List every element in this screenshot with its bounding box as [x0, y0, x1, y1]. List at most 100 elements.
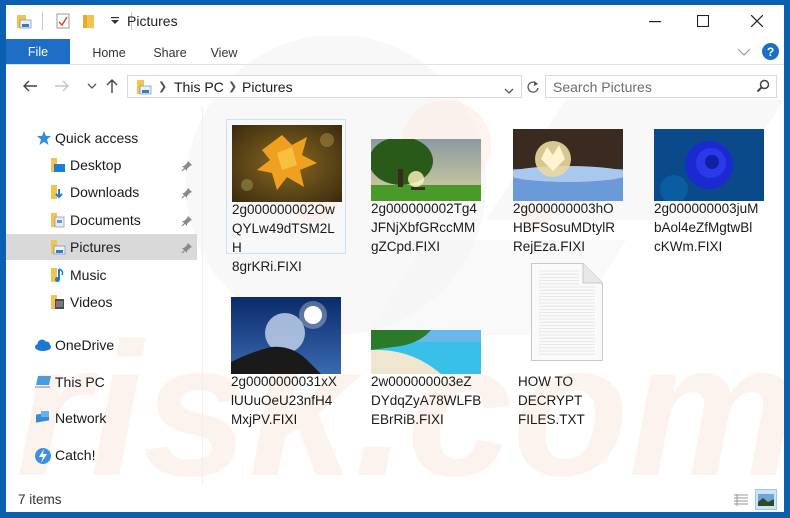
file-name-line: 2g000000002Ow: [232, 202, 335, 217]
image-thumbnail: [371, 330, 481, 374]
sidebar-item-downloads[interactable]: Downloads: [6, 179, 197, 205]
sidebar-item-music[interactable]: Music: [6, 262, 197, 288]
catch-bolt-icon: [34, 447, 51, 464]
nav-label: OneDrive: [55, 337, 115, 353]
file-name-line: cKWm.FIXI: [654, 239, 723, 254]
customize-toolbar-dropdown-icon[interactable]: [107, 13, 123, 29]
address-history-dropdown[interactable]: [504, 82, 514, 100]
back-button[interactable]: [20, 76, 40, 96]
chevron-down-icon: [737, 48, 751, 56]
file-item[interactable]: 2g000000002Tg4 JFNjXbfGRccMM gZCpd.FIXI: [366, 119, 486, 254]
nav-label: Quick access: [55, 130, 139, 146]
close-button[interactable]: [734, 5, 780, 36]
refresh-button[interactable]: [523, 75, 543, 98]
sidebar-item-pictures[interactable]: Pictures: [6, 234, 197, 260]
file-name: 2g000000002Ow QYLw49dTSM2LH 8grKRi.FIXI: [232, 200, 344, 276]
file-name-line: DECRYPT: [518, 393, 583, 408]
file-name-line: 8grKRi.FIXI: [232, 259, 302, 274]
breadcrumb-separator-icon: ❯: [158, 81, 168, 93]
pictures-folder-icon: [50, 239, 66, 255]
sidebar-item-label: Desktop: [70, 157, 122, 173]
sidebar-item-documents[interactable]: Documents: [6, 207, 197, 233]
file-name: HOW TO DECRYPT FILES.TXT: [518, 372, 630, 429]
breadcrumb-this-pc[interactable]: This PC: [174, 79, 224, 95]
tab-file[interactable]: File: [6, 39, 70, 64]
file-explorer-window: risk.com Pictures File Home Share View ?…: [6, 5, 784, 512]
nav-this-pc[interactable]: This PC: [6, 369, 197, 395]
file-name-line: 2g000000003hO: [513, 201, 614, 216]
sidebar-item-label: Documents: [70, 212, 141, 228]
search-box[interactable]: Search Pictures: [545, 75, 777, 98]
image-thumbnail: [654, 129, 764, 201]
new-folder-icon[interactable]: [81, 13, 97, 29]
search-input[interactable]: Search Pictures: [553, 79, 652, 95]
downloads-folder-icon: [50, 184, 66, 200]
file-item[interactable]: 2g000000003hO HBFSosuMDtylR RejEza.FIXI: [508, 119, 628, 254]
file-name-line: 2w000000003eZ: [371, 374, 472, 389]
minimize-icon: [649, 20, 661, 22]
nav-label: Network: [55, 410, 107, 426]
large-icons-view-button[interactable]: [755, 489, 777, 510]
details-view-icon: [734, 493, 748, 506]
tab-home[interactable]: Home: [84, 40, 134, 65]
properties-icon[interactable]: [55, 13, 71, 29]
file-name: 2g000000003hO HBFSosuMDtylR RejEza.FIXI: [513, 199, 625, 256]
computer-icon: [34, 374, 51, 390]
sidebar-item-desktop[interactable]: Desktop: [6, 152, 197, 178]
file-name-line: EBrRiB.FIXI: [371, 412, 444, 427]
forward-arrow-icon: [55, 80, 69, 92]
minimize-button[interactable]: [632, 5, 678, 36]
navigation-pane: Quick access Desktop Downloads Documents Pi…: [6, 106, 200, 486]
file-name: 2w000000003eZ DYdqZyA78WLFB EBrRiB.FIXI: [371, 372, 483, 429]
details-view-button[interactable]: [730, 489, 752, 510]
chevron-down-icon: [87, 83, 97, 89]
file-name-line: 2g000000002Tg4: [371, 201, 477, 216]
sidebar-item-label: Downloads: [70, 184, 140, 200]
file-item[interactable]: 2g000000003juM bAol4eZfMgtwBl cKWm.FIXI: [649, 119, 769, 254]
sidebar-item-videos[interactable]: Videos: [6, 289, 197, 315]
sidebar-item-label: Pictures: [70, 239, 121, 255]
close-icon: [751, 14, 763, 27]
maximize-button[interactable]: [680, 5, 726, 36]
desktop-folder-icon: [50, 157, 66, 173]
navigation-bar: ❯ This PC ❯ Pictures Search Pictures: [6, 66, 784, 106]
videos-folder-icon: [50, 294, 66, 310]
file-item[interactable]: 2g000000002Ow QYLw49dTSM2LH 8grKRi.FIXI: [226, 119, 346, 274]
recent-locations-button[interactable]: [82, 76, 102, 96]
nav-catch[interactable]: Catch!: [6, 442, 197, 468]
address-bar[interactable]: ❯ This PC ❯ Pictures: [127, 75, 522, 98]
pin-icon[interactable]: [181, 241, 193, 254]
file-name: 2g000000003juM bAol4eZfMgtwBl cKWm.FIXI: [654, 199, 766, 256]
nav-onedrive[interactable]: OneDrive: [6, 332, 197, 358]
file-name-line: bAol4eZfMgtwBl: [654, 220, 753, 235]
breadcrumb-pictures[interactable]: Pictures: [242, 79, 293, 95]
chevron-down-icon: [504, 88, 514, 94]
file-item[interactable]: 2g0000000031xX lUUuOeU23nfH4 MxjPV.FIXI: [226, 292, 346, 427]
file-name-line: HBFSosuMDtylR: [513, 220, 616, 235]
file-name-line: 2g000000003juM: [654, 201, 759, 216]
toolbar-divider: [42, 12, 43, 30]
pin-icon[interactable]: [181, 186, 193, 199]
pin-icon[interactable]: [181, 159, 193, 172]
tab-view[interactable]: View: [204, 40, 244, 65]
file-item[interactable]: HOW TO DECRYPT FILES.TXT: [508, 263, 630, 429]
breadcrumb-separator-icon: ❯: [228, 81, 238, 93]
tab-share[interactable]: Share: [145, 40, 195, 65]
onedrive-cloud-icon: [34, 337, 51, 353]
file-name-line: gZCpd.FIXI: [371, 239, 441, 254]
up-arrow-icon: [106, 79, 118, 93]
forward-button[interactable]: [52, 76, 72, 96]
file-name-line: RejEza.FIXI: [513, 239, 586, 254]
expand-ribbon-button[interactable]: [736, 45, 752, 59]
pin-icon[interactable]: [181, 214, 193, 227]
help-button[interactable]: ?: [762, 43, 779, 60]
nav-network[interactable]: Network: [6, 405, 197, 431]
nav-quick-access[interactable]: Quick access: [6, 125, 197, 151]
refresh-icon: [527, 80, 539, 93]
file-item[interactable]: 2w000000003eZ DYdqZyA78WLFB EBrRiB.FIXI: [366, 292, 486, 427]
sidebar-item-label: Music: [70, 267, 107, 283]
up-button[interactable]: [102, 76, 122, 96]
image-thumbnail: [231, 297, 341, 374]
file-name-line: QYLw49dTSM2LH: [232, 221, 335, 255]
image-thumbnail: [371, 139, 481, 201]
